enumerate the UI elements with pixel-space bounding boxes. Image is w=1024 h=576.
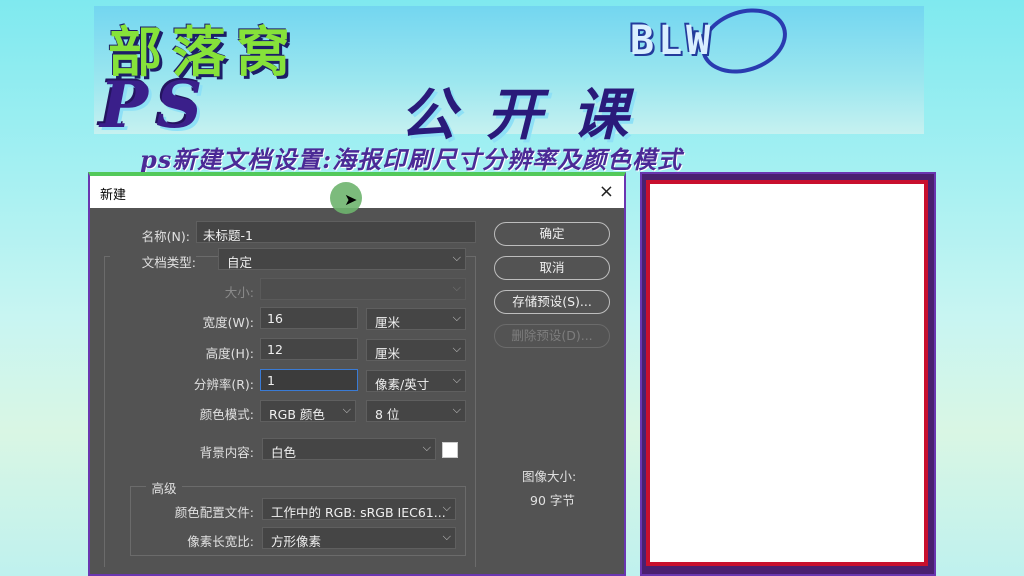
chevron-down-icon: ⌵ <box>452 403 461 416</box>
aspect-value: 方形像素 <box>271 534 322 549</box>
resolution-unit-value: 像素/英寸 <box>375 377 430 392</box>
document-preview-panel <box>640 172 936 576</box>
advanced-label: 高级 <box>146 478 182 497</box>
chevron-down-icon: ⌵ <box>422 441 431 454</box>
aspect-select[interactable]: 方形像素 ⌵ <box>262 527 456 549</box>
poster-canvas-preview <box>646 180 928 566</box>
profile-label: 颜色配置文件: <box>174 505 254 520</box>
width-unit-select[interactable]: 厘米 ⌵ <box>366 308 466 330</box>
cancel-button[interactable]: 取消 <box>494 256 610 280</box>
background-color-swatch[interactable] <box>442 442 458 458</box>
close-icon[interactable]: × <box>599 181 614 202</box>
height-unit-value: 厘米 <box>375 346 401 361</box>
doctype-label: 文档类型: <box>110 252 196 271</box>
delete-preset-button: 删除预设(D)... <box>494 324 610 348</box>
ok-button[interactable]: 确定 <box>494 222 610 246</box>
aspect-label: 像素长宽比: <box>187 534 254 549</box>
dialog-title: 新建 <box>100 188 127 203</box>
chevron-down-icon: ⌵ <box>452 281 461 294</box>
name-label: 名称(N): <box>141 229 190 244</box>
size-select: ⌵ <box>260 278 466 300</box>
chevron-down-icon: ⌵ <box>452 373 461 386</box>
chevron-down-icon: ⌵ <box>452 342 461 355</box>
chevron-down-icon: ⌵ <box>442 501 451 514</box>
resolution-label: 分辨率(R): <box>193 377 254 392</box>
resolution-input[interactable]: 1 <box>260 369 358 391</box>
chevron-down-icon: ⌵ <box>442 530 451 543</box>
image-size-value: 90 字节 <box>530 493 575 508</box>
background-label: 背景内容: <box>199 445 254 460</box>
name-input[interactable]: 未标题-1 <box>196 221 476 243</box>
dialog-titlebar[interactable]: 新建 ➤ × <box>90 176 624 214</box>
banner-open-course: 公开课 <box>400 83 658 148</box>
lesson-subtitle: ps新建文档设置:海报印刷尺寸分辨率及颜色模式 <box>140 145 683 174</box>
resolution-unit-select[interactable]: 像素/英寸 ⌵ <box>366 370 466 392</box>
width-unit-value: 厘米 <box>375 315 401 330</box>
colormode-value: RGB 颜色 <box>269 407 325 422</box>
bitdepth-select[interactable]: 8 位 ⌵ <box>366 400 466 422</box>
height-input[interactable]: 12 <box>260 338 358 360</box>
doctype-select[interactable]: 自定 ⌵ <box>218 248 466 270</box>
bitdepth-value: 8 位 <box>375 407 400 422</box>
chevron-down-icon: ⌵ <box>342 403 351 416</box>
width-label: 宽度(W): <box>202 315 254 330</box>
image-size-label: 图像大小: <box>522 469 577 484</box>
chevron-down-icon: ⌵ <box>452 311 461 324</box>
size-label: 大小: <box>224 285 254 300</box>
banner-ps-title: PS <box>100 68 211 143</box>
background-value: 白色 <box>271 445 297 460</box>
width-input[interactable]: 16 <box>260 307 358 329</box>
chevron-down-icon: ⌵ <box>452 251 461 264</box>
colormode-select[interactable]: RGB 颜色 ⌵ <box>260 400 356 422</box>
height-unit-select[interactable]: 厘米 ⌵ <box>366 339 466 361</box>
colormode-label: 颜色模式: <box>199 407 254 422</box>
doctype-value: 自定 <box>227 255 253 270</box>
save-preset-button[interactable]: 存储预设(S)... <box>494 290 610 314</box>
brand-logo: BLW <box>630 18 715 64</box>
profile-select[interactable]: 工作中的 RGB: sRGB IEC61... ⌵ <box>262 498 456 520</box>
new-document-dialog: 新建 ➤ × 名称(N): 未标题-1 文档类型: 自定 ⌵ 大小: ⌵ 宽度(… <box>88 172 626 576</box>
mouse-cursor-icon: ➤ <box>344 190 358 209</box>
background-select[interactable]: 白色 ⌵ <box>262 438 436 460</box>
height-label: 高度(H): <box>205 346 254 361</box>
profile-value: 工作中的 RGB: sRGB IEC61... <box>271 505 446 520</box>
